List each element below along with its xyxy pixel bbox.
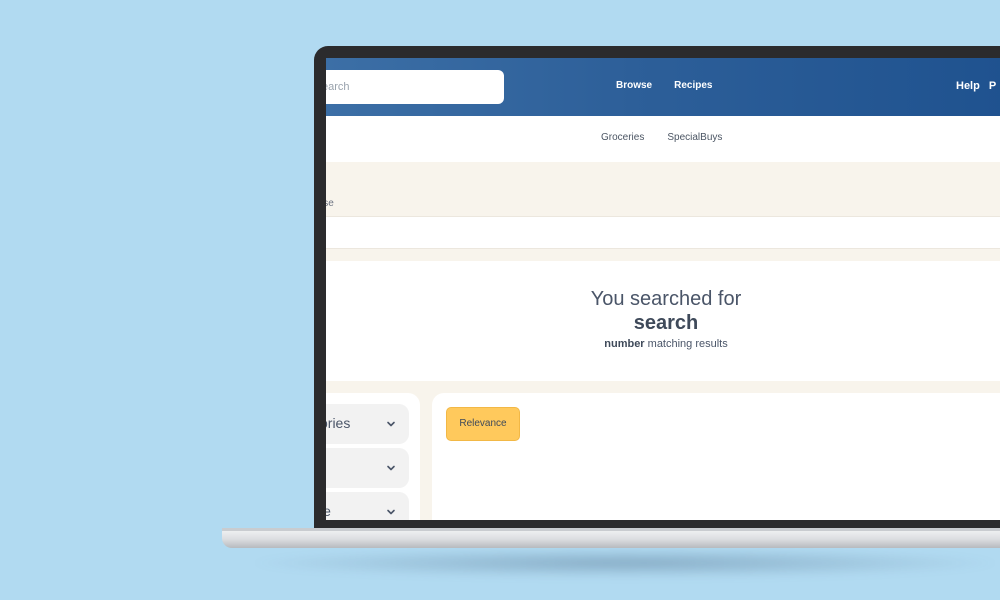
help-link[interactable]: Help — [956, 80, 980, 92]
section-divider — [326, 249, 1000, 261]
laptop-base — [222, 528, 1000, 548]
chevron-down-icon — [387, 509, 395, 515]
search-results-header: You searched for search number matching … — [326, 261, 1000, 381]
main-nav: Browse Recipes — [616, 80, 712, 91]
filter-group-2[interactable] — [326, 448, 409, 488]
site-header: earch Browse Recipes Help P — [326, 58, 1000, 116]
laptop-shadow — [245, 548, 1000, 578]
subnav-specialbuys[interactable]: SpecialBuys — [667, 132, 722, 143]
results-heading: You searched for — [590, 288, 742, 310]
category-subnav: Groceries SpecialBuys — [326, 116, 1000, 162]
nav-recipes[interactable]: Recipes — [674, 80, 712, 91]
subnav-groceries[interactable]: Groceries — [601, 132, 644, 143]
search-query: search — [633, 312, 699, 334]
laptop-base-edge — [222, 528, 1000, 531]
results-count-suffix: matching results — [644, 338, 728, 350]
breadcrumb[interactable]: wse — [326, 198, 334, 209]
search-placeholder: earch — [326, 81, 350, 93]
nav-browse[interactable]: Browse — [616, 80, 652, 91]
filter-label: le — [326, 503, 331, 519]
results-count: number matching results — [326, 338, 1000, 350]
header-link-truncated[interactable]: P — [989, 80, 996, 92]
chevron-down-icon — [387, 421, 395, 427]
sort-relevance-button[interactable]: Relevance — [446, 407, 520, 441]
filter-categories[interactable]: ories — [326, 404, 409, 444]
chevron-down-icon — [387, 465, 395, 471]
toolbar-strip — [326, 216, 1000, 249]
laptop-screen: earch Browse Recipes Help P Groceries Sp… — [326, 58, 1000, 520]
search-input[interactable]: earch — [326, 70, 504, 104]
filter-group-3[interactable]: le — [326, 492, 409, 520]
breadcrumb-area: wse — [326, 162, 1000, 216]
filter-label: ories — [326, 415, 351, 431]
header-utility-links: Help P — [956, 80, 996, 92]
results-count-value: number — [604, 338, 645, 350]
